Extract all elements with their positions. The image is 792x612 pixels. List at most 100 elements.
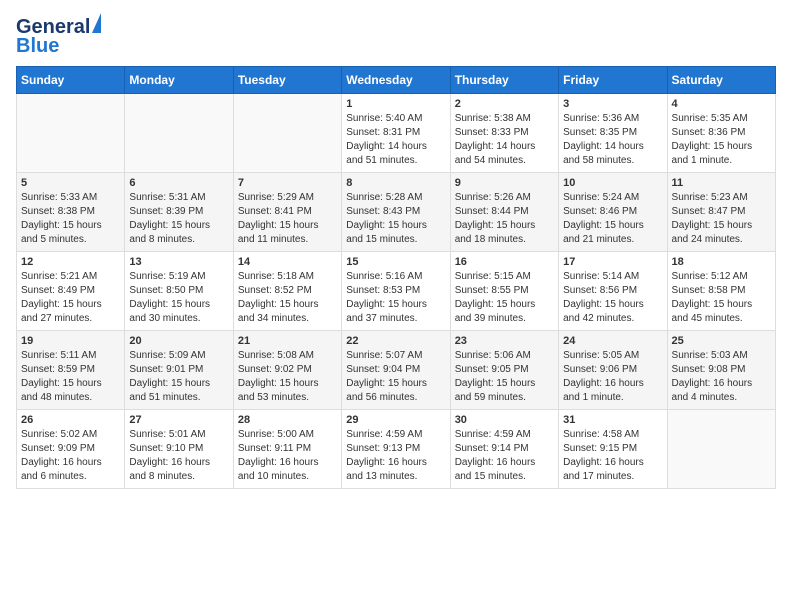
- day-number: 26: [21, 414, 120, 426]
- day-number: 31: [563, 414, 662, 426]
- weekday-header-wednesday: Wednesday: [342, 67, 450, 94]
- day-info: Sunrise: 5:36 AMSunset: 8:35 PMDaylight:…: [563, 112, 662, 168]
- week-row-5: 26 Sunrise: 5:02 AMSunset: 9:09 PMDayligh…: [17, 410, 776, 489]
- day-info: Sunrise: 5:18 AMSunset: 8:52 PMDaylight:…: [238, 270, 337, 326]
- day-info: Sunrise: 5:26 AMSunset: 8:44 PMDaylight:…: [455, 191, 554, 247]
- calendar-cell: [17, 94, 125, 173]
- day-info: Sunrise: 5:07 AMSunset: 9:04 PMDaylight:…: [346, 349, 445, 405]
- logo-arrow-icon: [92, 13, 101, 33]
- day-number: 10: [563, 177, 662, 189]
- day-number: 24: [563, 335, 662, 347]
- week-row-2: 5Sunrise: 5:33 AMSunset: 8:38 PMDaylight…: [17, 173, 776, 252]
- day-number: 29: [346, 414, 445, 426]
- calendar-cell: 10 Sunrise: 5:24 AMSunset: 8:46 PMDayligh…: [559, 173, 667, 252]
- calendar-cell: 25Sunrise: 5:03 AMSunset: 9:08 PMDayligh…: [667, 331, 775, 410]
- day-number: 6: [129, 177, 228, 189]
- calendar-cell: 9 Sunrise: 5:26 AMSunset: 8:44 PMDaylight…: [450, 173, 558, 252]
- calendar-cell: 2 Sunrise: 5:38 AMSunset: 8:33 PMDaylight…: [450, 94, 558, 173]
- calendar-cell: 19 Sunrise: 5:11 AMSunset: 8:59 PMDayligh…: [17, 331, 125, 410]
- day-info: Sunrise: 5:29 AMSunset: 8:41 PMDaylight:…: [238, 191, 337, 247]
- calendar-cell: [233, 94, 341, 173]
- day-info: Sunrise: 4:59 AMSunset: 9:13 PMDaylight:…: [346, 428, 445, 484]
- day-info: Sunrise: 5:38 AMSunset: 8:33 PMDaylight:…: [455, 112, 554, 168]
- day-info: Sunrise: 5:01 AMSunset: 9:10 PMDaylight:…: [129, 428, 228, 484]
- calendar-cell: 13 Sunrise: 5:19 AMSunset: 8:50 PMDayligh…: [125, 252, 233, 331]
- calendar-cell: 28Sunrise: 5:00 AMSunset: 9:11 PMDayligh…: [233, 410, 341, 489]
- weekday-header-tuesday: Tuesday: [233, 67, 341, 94]
- day-info: Sunrise: 4:58 AMSunset: 9:15 PMDaylight:…: [563, 428, 662, 484]
- day-number: 13: [129, 256, 228, 268]
- day-number: 22: [346, 335, 445, 347]
- day-number: 3: [563, 98, 662, 110]
- day-info: Sunrise: 5:31 AMSunset: 8:39 PMDaylight:…: [129, 191, 228, 247]
- day-number: 27: [129, 414, 228, 426]
- calendar-cell: 22 Sunrise: 5:07 AMSunset: 9:04 PMDayligh…: [342, 331, 450, 410]
- day-info: Sunrise: 5:35 AMSunset: 8:36 PMDaylight:…: [672, 112, 771, 168]
- day-number: 11: [672, 177, 771, 189]
- day-number: 19: [21, 335, 120, 347]
- day-info: Sunrise: 5:05 AMSunset: 9:06 PMDaylight:…: [563, 349, 662, 405]
- weekday-header-sunday: Sunday: [17, 67, 125, 94]
- calendar-cell: 12 Sunrise: 5:21 AMSunset: 8:49 PMDayligh…: [17, 252, 125, 331]
- calendar-cell: 31 Sunrise: 4:58 AMSunset: 9:15 PMDayligh…: [559, 410, 667, 489]
- calendar-cell: 15 Sunrise: 5:16 AMSunset: 8:53 PMDayligh…: [342, 252, 450, 331]
- day-number: 16: [455, 256, 554, 268]
- calendar-cell: 14 Sunrise: 5:18 AMSunset: 8:52 PMDayligh…: [233, 252, 341, 331]
- day-info: Sunrise: 5:33 AMSunset: 8:38 PMDaylight:…: [21, 191, 120, 247]
- day-info: Sunrise: 5:09 AMSunset: 9:01 PMDaylight:…: [129, 349, 228, 405]
- calendar-cell: 11 Sunrise: 5:23 AMSunset: 8:47 PMDayligh…: [667, 173, 775, 252]
- calendar-cell: [667, 410, 775, 489]
- day-info: Sunrise: 5:15 AMSunset: 8:55 PMDaylight:…: [455, 270, 554, 326]
- day-number: 4: [672, 98, 771, 110]
- day-number: 2: [455, 98, 554, 110]
- calendar-cell: 30 Sunrise: 4:59 AMSunset: 9:14 PMDayligh…: [450, 410, 558, 489]
- calendar-cell: 29 Sunrise: 4:59 AMSunset: 9:13 PMDayligh…: [342, 410, 450, 489]
- weekday-header-saturday: Saturday: [667, 67, 775, 94]
- day-info: Sunrise: 5:24 AMSunset: 8:46 PMDaylight:…: [563, 191, 662, 247]
- calendar-cell: 17Sunrise: 5:14 AMSunset: 8:56 PMDayligh…: [559, 252, 667, 331]
- day-info: Sunrise: 5:21 AMSunset: 8:49 PMDaylight:…: [21, 270, 120, 326]
- calendar-cell: 1Sunrise: 5:40 AMSunset: 8:31 PMDaylight…: [342, 94, 450, 173]
- day-info: Sunrise: 5:14 AMSunset: 8:56 PMDaylight:…: [563, 270, 662, 326]
- day-info: Sunrise: 5:08 AMSunset: 9:02 PMDaylight:…: [238, 349, 337, 405]
- day-info: Sunrise: 5:28 AMSunset: 8:43 PMDaylight:…: [346, 191, 445, 247]
- day-info: Sunrise: 5:02 AMSunset: 9:09 PMDaylight:…: [21, 428, 120, 484]
- day-info: Sunrise: 4:59 AMSunset: 9:14 PMDaylight:…: [455, 428, 554, 484]
- calendar-cell: [125, 94, 233, 173]
- calendar-cell: 6 Sunrise: 5:31 AMSunset: 8:39 PMDaylight…: [125, 173, 233, 252]
- day-number: 30: [455, 414, 554, 426]
- calendar-cell: 20Sunrise: 5:09 AMSunset: 9:01 PMDayligh…: [125, 331, 233, 410]
- day-info: Sunrise: 5:19 AMSunset: 8:50 PMDaylight:…: [129, 270, 228, 326]
- calendar-cell: 23 Sunrise: 5:06 AMSunset: 9:05 PMDayligh…: [450, 331, 558, 410]
- weekday-header-friday: Friday: [559, 67, 667, 94]
- day-number: 14: [238, 256, 337, 268]
- day-number: 9: [455, 177, 554, 189]
- day-info: Sunrise: 5:11 AMSunset: 8:59 PMDaylight:…: [21, 349, 120, 405]
- day-number: 7: [238, 177, 337, 189]
- day-info: Sunrise: 5:03 AMSunset: 9:08 PMDaylight:…: [672, 349, 771, 405]
- day-info: Sunrise: 5:23 AMSunset: 8:47 PMDaylight:…: [672, 191, 771, 247]
- day-info: Sunrise: 5:00 AMSunset: 9:11 PMDaylight:…: [238, 428, 337, 484]
- day-number: 23: [455, 335, 554, 347]
- day-number: 12: [21, 256, 120, 268]
- day-number: 21: [238, 335, 337, 347]
- day-info: Sunrise: 5:12 AMSunset: 8:58 PMDaylight:…: [672, 270, 771, 326]
- calendar-cell: 18Sunrise: 5:12 AMSunset: 8:58 PMDayligh…: [667, 252, 775, 331]
- calendar-cell: 21 Sunrise: 5:08 AMSunset: 9:02 PMDayligh…: [233, 331, 341, 410]
- day-info: Sunrise: 5:06 AMSunset: 9:05 PMDaylight:…: [455, 349, 554, 405]
- day-info: Sunrise: 5:40 AMSunset: 8:31 PMDaylight:…: [346, 112, 445, 168]
- week-row-3: 12 Sunrise: 5:21 AMSunset: 8:49 PMDayligh…: [17, 252, 776, 331]
- day-info: Sunrise: 5:16 AMSunset: 8:53 PMDaylight:…: [346, 270, 445, 326]
- calendar-cell: 27 Sunrise: 5:01 AMSunset: 9:10 PMDayligh…: [125, 410, 233, 489]
- week-row-4: 19 Sunrise: 5:11 AMSunset: 8:59 PMDayligh…: [17, 331, 776, 410]
- page-header: General Blue: [16, 16, 776, 58]
- weekday-header-monday: Monday: [125, 67, 233, 94]
- week-row-1: 1Sunrise: 5:40 AMSunset: 8:31 PMDaylight…: [17, 94, 776, 173]
- calendar-cell: 26 Sunrise: 5:02 AMSunset: 9:09 PMDayligh…: [17, 410, 125, 489]
- calendar-cell: 8Sunrise: 5:28 AMSunset: 8:43 PMDaylight…: [342, 173, 450, 252]
- calendar-cell: 5Sunrise: 5:33 AMSunset: 8:38 PMDaylight…: [17, 173, 125, 252]
- logo-blue: Blue: [16, 35, 59, 58]
- calendar-table: SundayMondayTuesdayWednesdayThursdayFrid…: [16, 66, 776, 489]
- calendar-cell: 24 Sunrise: 5:05 AMSunset: 9:06 PMDayligh…: [559, 331, 667, 410]
- day-number: 15: [346, 256, 445, 268]
